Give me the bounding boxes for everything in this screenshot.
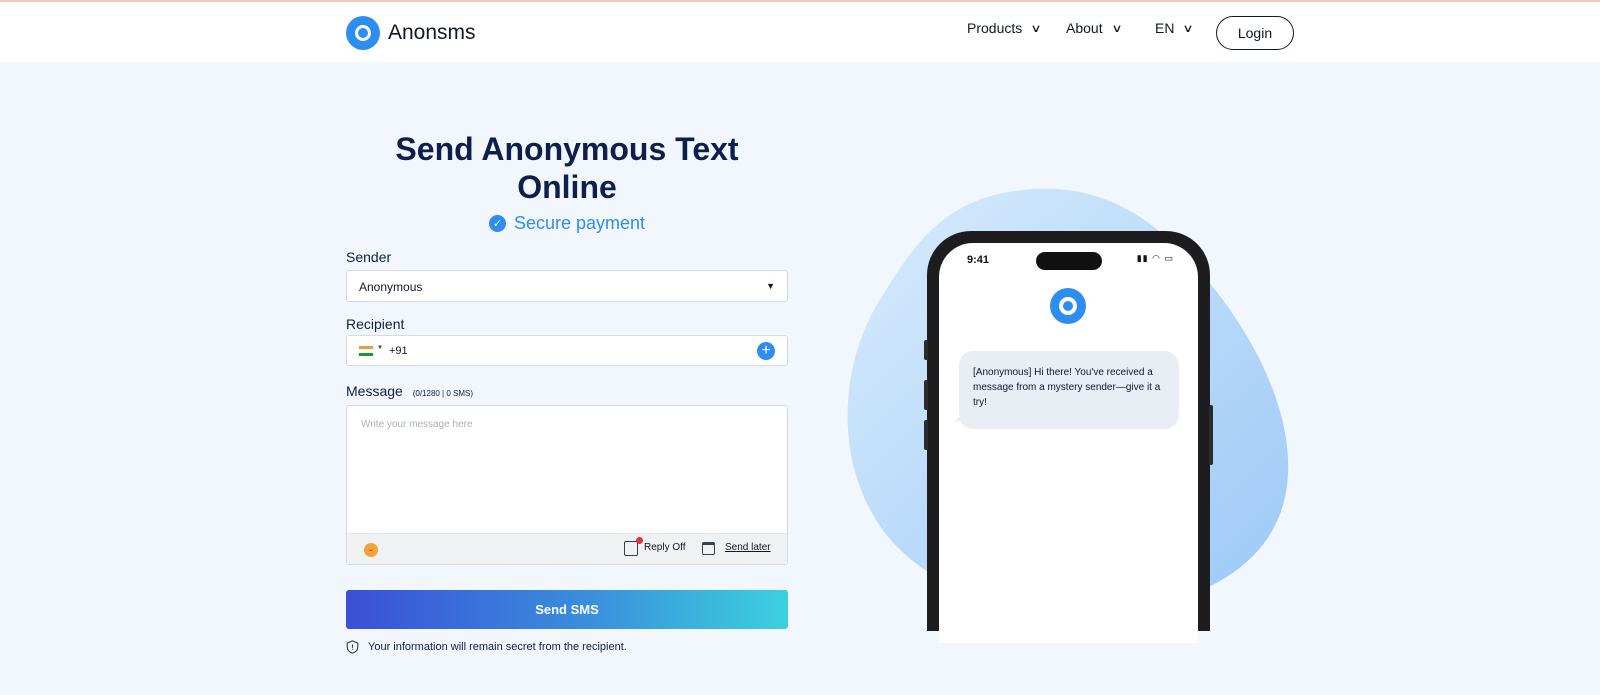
reply-toggle[interactable]: Reply Off <box>644 542 686 553</box>
recipient-phone-input[interactable]: ▼ +91 + <box>346 335 788 366</box>
phone-power-button <box>1209 405 1213 465</box>
emoji-icon[interactable]: ᵕ <box>364 543 378 557</box>
shield-icon <box>346 640 359 654</box>
brand-name: Anonsms <box>388 21 476 44</box>
logo-icon <box>1050 288 1086 324</box>
message-label-row: Message (0/1280 | 0 SMS) <box>346 383 473 399</box>
sender-select[interactable]: Anonymous ▼ <box>346 270 788 302</box>
nav-about-label: About <box>1066 20 1103 36</box>
secure-payment-label: Secure payment <box>513 213 646 233</box>
nav-products[interactable]: Products ∨ <box>967 20 1042 36</box>
dynamic-island <box>1036 252 1102 270</box>
login-button[interactable]: Login <box>1216 16 1294 50</box>
brand-logo[interactable]: Anonsms <box>346 16 476 50</box>
nav-about[interactable]: About ∨ <box>1066 20 1123 36</box>
caret-down-icon: ▼ <box>766 281 775 291</box>
message-counter: (0/1280 | 0 SMS) <box>412 389 474 398</box>
nav-products-label: Products <box>967 20 1023 36</box>
send-sms-button[interactable]: Send SMS <box>346 590 788 629</box>
secure-payment-badge: ✓ Secure payment <box>346 213 788 234</box>
logo-icon <box>346 16 380 50</box>
check-circle-icon: ✓ <box>488 215 506 232</box>
message-textarea[interactable]: Write your message here ᵕ Reply Off Send… <box>346 405 788 565</box>
site-header: Anonsms Products ∨ About ∨ EN ∨ Login <box>0 2 1600 62</box>
phone-side-button <box>924 380 928 410</box>
caret-down-icon[interactable]: ▼ <box>377 345 383 351</box>
sender-value: Anonymous <box>359 280 423 294</box>
message-placeholder: Write your message here <box>361 419 473 430</box>
phone-side-button <box>924 340 928 360</box>
signal-wifi-battery-icon: ▮▮ ◠ ▭ <box>1136 253 1174 263</box>
calendar-icon[interactable] <box>702 542 715 555</box>
reply-icon[interactable] <box>624 537 643 556</box>
recipient-label: Recipient <box>346 316 405 332</box>
privacy-notice: Your information will remain secret from… <box>346 640 627 654</box>
page-title: Send Anonymous Text Online <box>395 131 739 205</box>
chevron-down-icon: ∨ <box>1110 22 1123 35</box>
status-time: 9:41 <box>967 254 990 266</box>
language-label: EN <box>1155 20 1175 36</box>
chevron-down-icon: ∨ <box>1030 22 1042 35</box>
message-toolbar: ᵕ Reply Off Send later <box>347 533 787 564</box>
preview-message-bubble: [Anonymous] Hi there! You've received a … <box>959 351 1179 429</box>
phone-screen: 9:41 ▮▮ ◠ ▭ [Anonymous] Hi there! You've… <box>939 243 1198 643</box>
privacy-note-text: Your information will remain secret from… <box>368 641 627 653</box>
sender-label: Sender <box>346 249 392 265</box>
send-later-link[interactable]: Send later <box>725 542 771 553</box>
dial-code: +91 <box>389 345 408 357</box>
india-flag-icon[interactable] <box>359 346 373 356</box>
message-label: Message <box>346 383 403 399</box>
plus-circle-icon[interactable]: + <box>757 342 775 360</box>
phone-side-button <box>924 420 928 450</box>
chevron-down-icon: ∨ <box>1182 22 1195 35</box>
language-selector[interactable]: EN ∨ <box>1155 20 1195 36</box>
